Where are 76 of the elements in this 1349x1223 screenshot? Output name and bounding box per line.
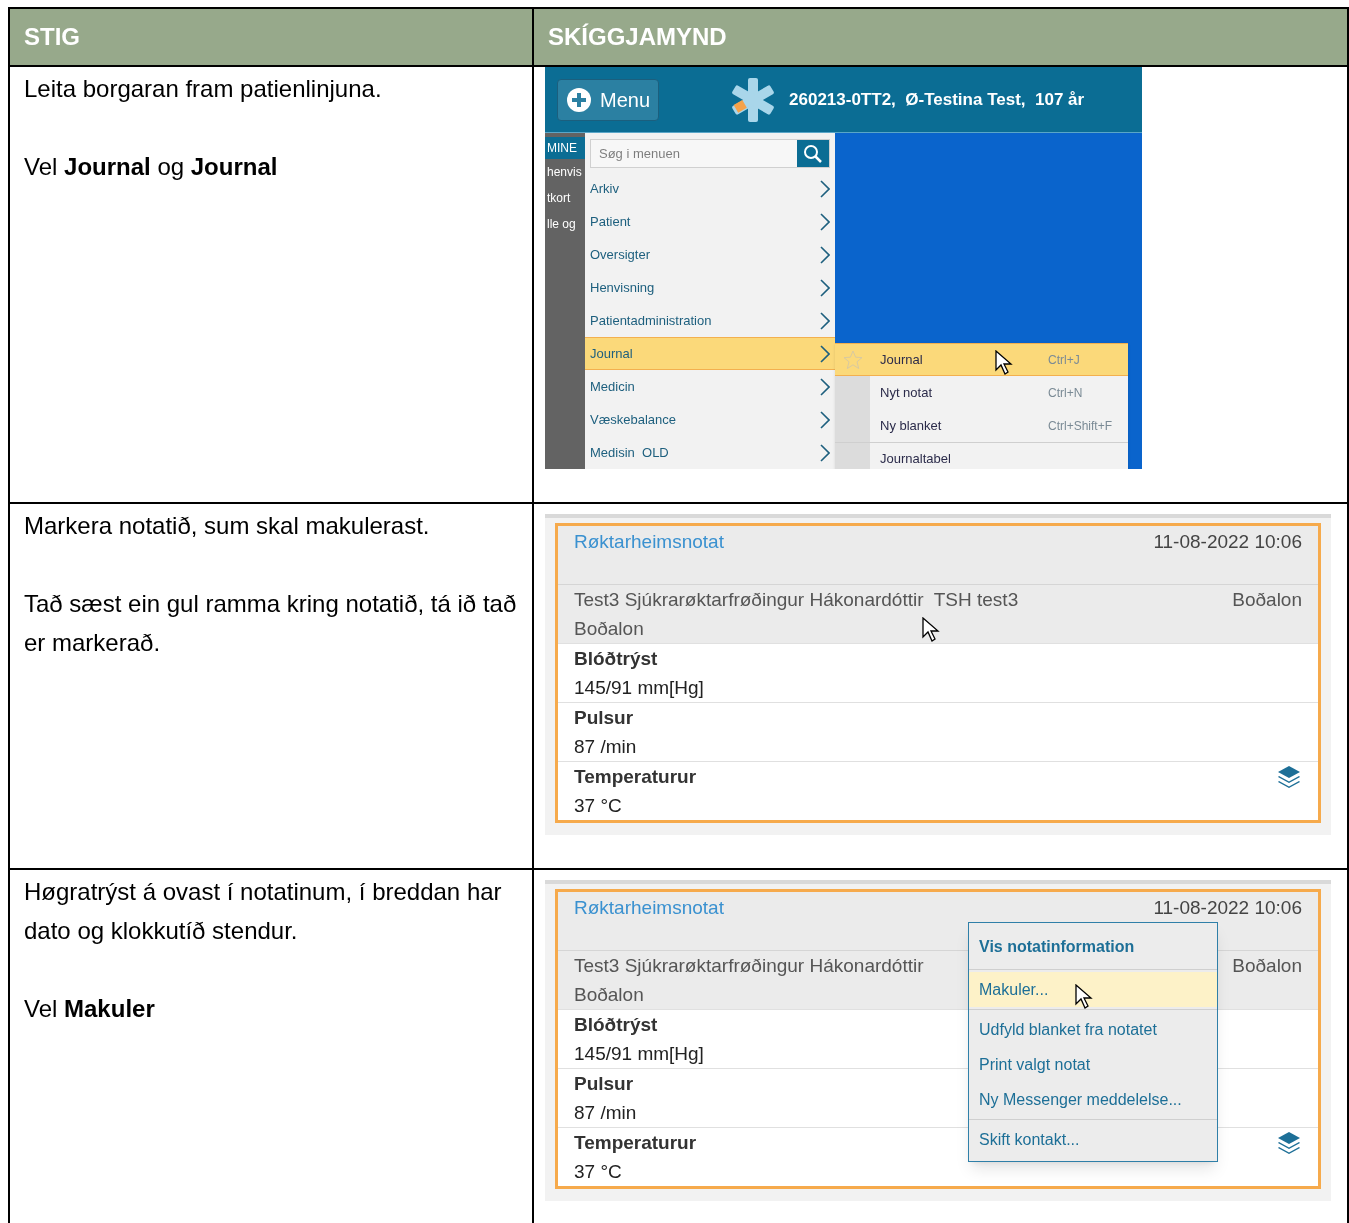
measurement-label: Blóðtrýst xyxy=(574,647,659,671)
side-label: lle og xyxy=(546,216,577,233)
measurement-label: Blóðtrýst xyxy=(574,1013,659,1037)
measurement-value: 145/91 mm[Hg] xyxy=(574,1042,704,1066)
submenu-item[interactable]: Journaltabel xyxy=(835,442,1128,469)
side-label: tkort xyxy=(546,190,572,207)
submenu-item[interactable]: Nyt notat Ctrl+N xyxy=(835,376,1128,409)
measurement-label: Temperaturur xyxy=(574,765,697,789)
note-author: Test3 Sjúkrarøktarfrøðingur Hákonardóttir xyxy=(574,954,924,978)
context-menu-item[interactable]: Udfyld blanket fra notatet xyxy=(969,1012,1217,1047)
note-datetime: 11-08-2022 10:06 xyxy=(1153,896,1302,920)
cursor-icon xyxy=(995,350,1013,376)
note-unit: Boðalon xyxy=(574,983,644,1007)
note-datetime: 11-08-2022 10:06 xyxy=(1153,530,1302,554)
note-department: Boðalon xyxy=(1232,954,1302,978)
chevron-icon xyxy=(820,443,830,462)
side-label: MINE xyxy=(545,137,585,159)
context-menu-item[interactable]: Ny Messenger meddelelse... xyxy=(969,1082,1217,1117)
menu-item[interactable]: Medisin OLD xyxy=(585,436,835,469)
step-text: Vel Makuler xyxy=(24,994,156,1024)
shortcut-label: Ctrl+J xyxy=(1048,351,1080,369)
measurement-value: 37 °C xyxy=(574,1160,623,1184)
context-menu-item[interactable]: Skift kontakt... xyxy=(969,1122,1217,1157)
measurement-label: Pulsur xyxy=(574,706,635,730)
measurement-value: 87 /min xyxy=(574,1101,637,1125)
menu-item[interactable]: Væskebalance xyxy=(585,403,835,436)
shortcut-label: Ctrl+N xyxy=(1048,384,1083,402)
menu-item[interactable]: Patient xyxy=(585,205,835,238)
patient-info: 260213-0TT2, Ø-Testina Test, 107 år xyxy=(789,88,1085,111)
cursor-icon xyxy=(922,617,940,643)
layers-icon[interactable] xyxy=(1276,764,1302,790)
chevron-icon xyxy=(820,410,830,429)
menu-item[interactable]: Henvisning xyxy=(585,271,835,304)
note-card[interactable]: Røktarheimsnotat 11-08-2022 10:06 Test3 Sjúkrarøktarfrøðingur Hákonardóttir TSH test3 Boðalon Boðalon Blóðtrýst 145/91 mm[Hg] Pulsur 87 /min Temperaturur 37 °C xyxy=(555,523,1321,823)
star-icon[interactable] xyxy=(842,349,863,370)
menu-item[interactable]: Medicin xyxy=(585,370,835,403)
menu-item[interactable]: Patientadministration xyxy=(585,304,835,337)
column-header: SKÍGGJAMYND xyxy=(534,9,1349,67)
note-department: Boðalon xyxy=(1232,588,1302,612)
shortcut-label: Ctrl+Shift+F xyxy=(1048,417,1113,435)
chevron-icon xyxy=(820,377,830,396)
note-author: Test3 Sjúkrarøktarfrøðingur Hákonardóttir TSH test3 xyxy=(574,588,1019,612)
context-menu-item[interactable]: Vis notatinformation xyxy=(969,927,1217,967)
search-field[interactable]: Søg i menuen xyxy=(590,139,830,168)
column-header: STIG xyxy=(10,9,534,67)
measurement-value: 87 /min xyxy=(574,735,637,759)
context-menu-item[interactable]: Print valgt notat xyxy=(969,1047,1217,1082)
menu-item[interactable]: Arkiv xyxy=(585,172,835,205)
measurement-label: Temperaturur xyxy=(574,1131,697,1155)
measurement-label: Pulsur xyxy=(574,1072,635,1096)
chevron-icon xyxy=(820,311,830,330)
step-text: Tað sæst ein gul ramma kring notatið, tá ið tað er markerað. xyxy=(24,589,518,658)
plus-icon xyxy=(566,86,592,113)
cursor-icon xyxy=(1075,984,1093,1010)
step-text: Markera notatið, sum skal makulerast. xyxy=(24,511,431,541)
menu-button[interactable]: Menu xyxy=(557,78,660,121)
search-icon[interactable] xyxy=(797,140,829,167)
step-text: Leita borgaran fram patienlinjuna. xyxy=(24,74,383,104)
submenu-item[interactable]: Ny blanket Ctrl+Shift+F xyxy=(835,409,1128,442)
context-menu-item[interactable]: Makuler... xyxy=(969,972,1217,1007)
chevron-icon xyxy=(820,212,830,231)
chevron-icon xyxy=(820,179,830,198)
measurement-value: 37 °C xyxy=(574,794,623,818)
step-text: Vel Journal og Journal xyxy=(24,152,279,182)
side-label: henvis xyxy=(546,164,583,181)
menu-item[interactable]: Journal xyxy=(585,337,835,370)
step-text: Høgratrýst á ovast í notatinum, í breddan har dato og klokkutíð stendur. xyxy=(24,877,503,946)
measurement-value: 145/91 mm[Hg] xyxy=(574,676,704,700)
chevron-icon xyxy=(820,245,830,264)
note-unit: Boðalon xyxy=(574,617,644,641)
search-input[interactable]: Søg i menuen xyxy=(591,140,797,167)
menu-item[interactable]: Oversigter xyxy=(585,238,835,271)
chevron-icon xyxy=(820,344,830,363)
chevron-icon xyxy=(820,278,830,297)
submenu-item[interactable]: Journal Ctrl+J xyxy=(835,343,1128,376)
layers-icon[interactable] xyxy=(1276,1130,1302,1156)
